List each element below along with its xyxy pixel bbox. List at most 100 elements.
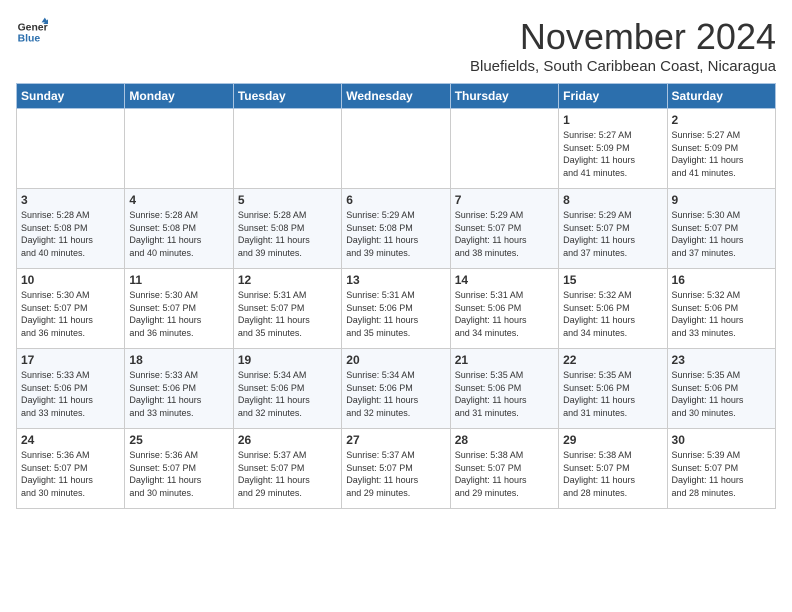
calendar-cell: 18 Sunrise: 5:33 AM Sunset: 5:06 PM Dayli…	[125, 349, 233, 429]
day-info: Sunrise: 5:38 AM Sunset: 5:07 PM Dayligh…	[563, 449, 662, 499]
calendar-week-row: 10 Sunrise: 5:30 AM Sunset: 5:07 PM Dayli…	[17, 269, 776, 349]
calendar-week-row: 17 Sunrise: 5:33 AM Sunset: 5:06 PM Dayli…	[17, 349, 776, 429]
day-info: Sunrise: 5:30 AM Sunset: 5:07 PM Dayligh…	[672, 209, 771, 259]
calendar-cell: 30 Sunrise: 5:39 AM Sunset: 5:07 PM Dayli…	[667, 429, 775, 509]
day-number: 22	[563, 353, 662, 367]
day-number: 15	[563, 273, 662, 287]
day-info: Sunrise: 5:28 AM Sunset: 5:08 PM Dayligh…	[129, 209, 228, 259]
day-number: 28	[455, 433, 554, 447]
day-number: 27	[346, 433, 445, 447]
day-number: 9	[672, 193, 771, 207]
calendar-cell: 9 Sunrise: 5:30 AM Sunset: 5:07 PM Daylig…	[667, 189, 775, 269]
day-info: Sunrise: 5:30 AM Sunset: 5:07 PM Dayligh…	[129, 289, 228, 339]
day-info: Sunrise: 5:29 AM Sunset: 5:07 PM Dayligh…	[455, 209, 554, 259]
weekday-header-row: SundayMondayTuesdayWednesdayThursdayFrid…	[17, 84, 776, 109]
day-info: Sunrise: 5:28 AM Sunset: 5:08 PM Dayligh…	[21, 209, 120, 259]
month-title: November 2024	[470, 16, 776, 58]
weekday-header-cell: Saturday	[667, 84, 775, 109]
day-info: Sunrise: 5:30 AM Sunset: 5:07 PM Dayligh…	[21, 289, 120, 339]
weekday-header-cell: Thursday	[450, 84, 558, 109]
calendar-cell: 13 Sunrise: 5:31 AM Sunset: 5:06 PM Dayli…	[342, 269, 450, 349]
calendar-cell: 21Sunrise: 5:35 AM Sunset: 5:06 PM Dayli…	[450, 349, 558, 429]
weekday-header-cell: Friday	[559, 84, 667, 109]
logo: General Blue	[16, 16, 48, 48]
day-info: Sunrise: 5:32 AM Sunset: 5:06 PM Dayligh…	[672, 289, 771, 339]
day-info: Sunrise: 5:37 AM Sunset: 5:07 PM Dayligh…	[346, 449, 445, 499]
day-info: Sunrise: 5:37 AM Sunset: 5:07 PM Dayligh…	[238, 449, 337, 499]
calendar-cell: 14Sunrise: 5:31 AM Sunset: 5:06 PM Dayli…	[450, 269, 558, 349]
calendar-cell: 19 Sunrise: 5:34 AM Sunset: 5:06 PM Dayli…	[233, 349, 341, 429]
weekday-header-cell: Monday	[125, 84, 233, 109]
calendar-table: SundayMondayTuesdayWednesdayThursdayFrid…	[16, 83, 776, 509]
calendar-cell: 4 Sunrise: 5:28 AM Sunset: 5:08 PM Daylig…	[125, 189, 233, 269]
day-number: 24	[21, 433, 120, 447]
day-info: Sunrise: 5:28 AM Sunset: 5:08 PM Dayligh…	[238, 209, 337, 259]
calendar-cell: 12Sunrise: 5:31 AM Sunset: 5:07 PM Dayli…	[233, 269, 341, 349]
day-info: Sunrise: 5:29 AM Sunset: 5:08 PM Dayligh…	[346, 209, 445, 259]
day-number: 5	[238, 193, 337, 207]
calendar-cell: 15 Sunrise: 5:32 AM Sunset: 5:06 PM Dayli…	[559, 269, 667, 349]
day-info: Sunrise: 5:33 AM Sunset: 5:06 PM Dayligh…	[21, 369, 120, 419]
day-info: Sunrise: 5:39 AM Sunset: 5:07 PM Dayligh…	[672, 449, 771, 499]
weekday-header-cell: Wednesday	[342, 84, 450, 109]
day-info: Sunrise: 5:36 AM Sunset: 5:07 PM Dayligh…	[21, 449, 120, 499]
location-subtitle: Bluefields, South Caribbean Coast, Nicar…	[470, 58, 776, 75]
day-number: 8	[563, 193, 662, 207]
day-number: 16	[672, 273, 771, 287]
day-number: 3	[21, 193, 120, 207]
day-number: 20	[346, 353, 445, 367]
day-number: 2	[672, 113, 771, 127]
calendar-cell	[233, 109, 341, 189]
day-number: 17	[21, 353, 120, 367]
calendar-cell: 17 Sunrise: 5:33 AM Sunset: 5:06 PM Dayli…	[17, 349, 125, 429]
day-info: Sunrise: 5:34 AM Sunset: 5:06 PM Dayligh…	[346, 369, 445, 419]
calendar-cell: 28 Sunrise: 5:38 AM Sunset: 5:07 PM Dayli…	[450, 429, 558, 509]
calendar-cell: 11Sunrise: 5:30 AM Sunset: 5:07 PM Dayli…	[125, 269, 233, 349]
day-number: 7	[455, 193, 554, 207]
day-info: Sunrise: 5:31 AM Sunset: 5:07 PM Dayligh…	[238, 289, 337, 339]
day-number: 4	[129, 193, 228, 207]
calendar-cell	[450, 109, 558, 189]
day-info: Sunrise: 5:38 AM Sunset: 5:07 PM Dayligh…	[455, 449, 554, 499]
calendar-cell: 10 Sunrise: 5:30 AM Sunset: 5:07 PM Dayli…	[17, 269, 125, 349]
day-number: 19	[238, 353, 337, 367]
day-number: 13	[346, 273, 445, 287]
day-info: Sunrise: 5:31 AM Sunset: 5:06 PM Dayligh…	[346, 289, 445, 339]
calendar-cell: 5 Sunrise: 5:28 AM Sunset: 5:08 PM Daylig…	[233, 189, 341, 269]
day-info: Sunrise: 5:27 AM Sunset: 5:09 PM Dayligh…	[563, 129, 662, 179]
calendar-cell: 8 Sunrise: 5:29 AM Sunset: 5:07 PM Daylig…	[559, 189, 667, 269]
calendar-cell: 3 Sunrise: 5:28 AM Sunset: 5:08 PM Daylig…	[17, 189, 125, 269]
calendar-cell: 24 Sunrise: 5:36 AM Sunset: 5:07 PM Dayli…	[17, 429, 125, 509]
calendar-cell: 22 Sunrise: 5:35 AM Sunset: 5:06 PM Dayli…	[559, 349, 667, 429]
day-number: 30	[672, 433, 771, 447]
logo-icon: General Blue	[16, 16, 48, 48]
day-info: Sunrise: 5:29 AM Sunset: 5:07 PM Dayligh…	[563, 209, 662, 259]
calendar-cell: 1 Sunrise: 5:27 AM Sunset: 5:09 PM Daylig…	[559, 109, 667, 189]
calendar-week-row: 3 Sunrise: 5:28 AM Sunset: 5:08 PM Daylig…	[17, 189, 776, 269]
day-number: 21	[455, 353, 554, 367]
calendar-cell	[17, 109, 125, 189]
day-number: 18	[129, 353, 228, 367]
day-info: Sunrise: 5:27 AM Sunset: 5:09 PM Dayligh…	[672, 129, 771, 179]
calendar-cell: 6Sunrise: 5:29 AM Sunset: 5:08 PM Daylig…	[342, 189, 450, 269]
calendar-cell: 7 Sunrise: 5:29 AM Sunset: 5:07 PM Daylig…	[450, 189, 558, 269]
calendar-cell: 23Sunrise: 5:35 AM Sunset: 5:06 PM Dayli…	[667, 349, 775, 429]
calendar-cell	[342, 109, 450, 189]
day-info: Sunrise: 5:35 AM Sunset: 5:06 PM Dayligh…	[563, 369, 662, 419]
day-info: Sunrise: 5:33 AM Sunset: 5:06 PM Dayligh…	[129, 369, 228, 419]
calendar-cell	[125, 109, 233, 189]
calendar-body: 1 Sunrise: 5:27 AM Sunset: 5:09 PM Daylig…	[17, 109, 776, 509]
weekday-header-cell: Tuesday	[233, 84, 341, 109]
day-info: Sunrise: 5:32 AM Sunset: 5:06 PM Dayligh…	[563, 289, 662, 339]
weekday-header-cell: Sunday	[17, 84, 125, 109]
calendar-cell: 29Sunrise: 5:38 AM Sunset: 5:07 PM Dayli…	[559, 429, 667, 509]
calendar-week-row: 1 Sunrise: 5:27 AM Sunset: 5:09 PM Daylig…	[17, 109, 776, 189]
calendar-cell: 27 Sunrise: 5:37 AM Sunset: 5:07 PM Dayli…	[342, 429, 450, 509]
calendar-week-row: 24 Sunrise: 5:36 AM Sunset: 5:07 PM Dayli…	[17, 429, 776, 509]
day-number: 10	[21, 273, 120, 287]
calendar-cell: 16 Sunrise: 5:32 AM Sunset: 5:06 PM Dayli…	[667, 269, 775, 349]
svg-text:General: General	[18, 22, 48, 33]
calendar-cell: 20 Sunrise: 5:34 AM Sunset: 5:06 PM Dayli…	[342, 349, 450, 429]
day-info: Sunrise: 5:34 AM Sunset: 5:06 PM Dayligh…	[238, 369, 337, 419]
day-number: 1	[563, 113, 662, 127]
